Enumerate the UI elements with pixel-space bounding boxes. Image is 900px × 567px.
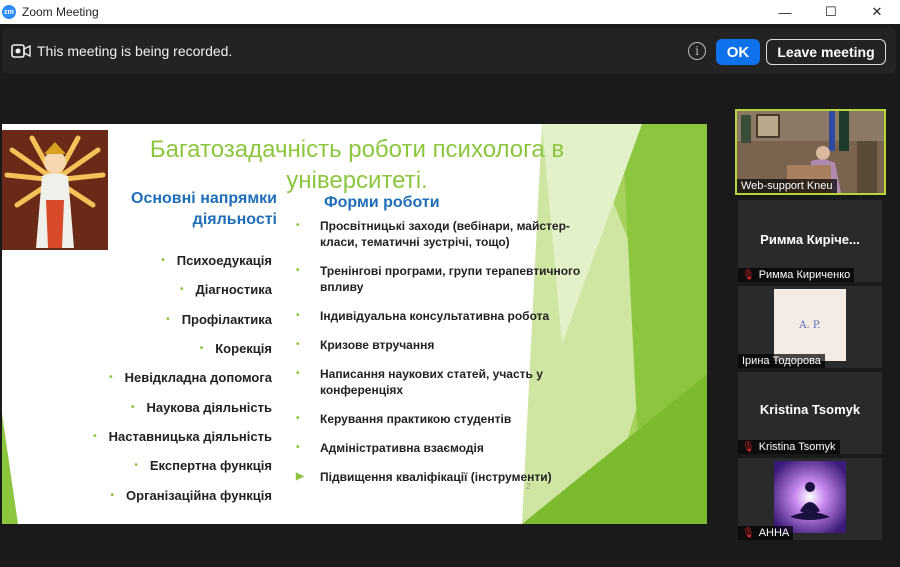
arrow-bullet-icon: ▶ [296,471,304,482]
avatar-text: A. P. [799,319,821,331]
activity-area-text: Психоедукація [176,253,272,269]
activity-area-item: • Психоедукація [62,246,272,275]
mic-muted-icon: 🎙 [742,528,755,539]
meditation-avatar [774,461,846,533]
recording-banner-inner: This meeting is being recorded. i OK Lea… [2,28,896,74]
work-form-item: ▶ Підвищення кваліфікації (інструменти) [296,469,606,485]
shared-slide: Багатозадачність роботи психолога в унів… [2,124,707,524]
ok-button[interactable]: OK [716,39,760,65]
bullet-icon: • [296,442,300,453]
activity-area-text: Корекція [215,341,272,357]
deity-illustration [2,130,108,250]
bullet-icon: • [296,310,300,321]
bullet-icon: • [199,343,204,355]
window-titlebar: zm Zoom Meeting — ☐ ✕ [0,0,900,24]
participant-name: Римма Киріче... [760,232,860,247]
bullet-icon: • [109,372,113,384]
work-form-text: Керування практикою студентів [320,412,512,426]
bullet-icon: • [161,255,165,267]
bullet-icon: • [130,401,135,413]
minimize-button[interactable]: — [762,0,808,24]
participant-label: Kristina Tsomyk [758,441,836,453]
bullet-icon: • [296,339,300,350]
activity-area-text: Невідкладна допомога [124,370,272,386]
mic-muted-icon: 🎙 [742,270,755,281]
work-form-item: • Просвітницькі заходи (вебінари, майстер… [296,218,606,250]
work-form-item: • Кризове втручання [296,337,606,353]
bullet-icon: • [180,284,184,296]
info-icon[interactable]: i [688,42,706,60]
participant-label: Римма Кириченко [758,269,851,281]
leave-meeting-button[interactable]: Leave meeting [766,39,886,65]
bullet-icon: • [296,265,300,276]
activity-area-item: • Наукова діяльність [62,392,272,421]
work-forms-list: • Просвітницькі заходи (вебінари, майстер… [296,218,606,485]
bullet-icon: • [134,460,138,472]
activity-area-text: Експертна функція [149,458,272,474]
bullet-icon: • [93,430,97,442]
bullet-icon: • [296,368,300,379]
participant-label: Web-support Kneu [737,179,837,193]
activity-area-item: • Невідкладна допомога [62,363,272,392]
record-icon [11,44,31,58]
participant-tile[interactable]: Римма Киріче... 🎙 Римма Кириченко [738,200,882,282]
mic-muted-icon: 🎙 [742,442,755,453]
work-form-item: • Керування практикою студентів [296,411,606,427]
activity-area-text: Наставницька діяльність [108,428,272,444]
participant-label-bar: 🎙 АННА [738,526,794,540]
close-button[interactable]: ✕ [854,0,900,24]
activity-area-item: • Експертна функція [62,451,272,480]
work-form-item: • Індивідуальна консультативна робота [296,308,606,324]
maximize-button[interactable]: ☐ [808,0,854,24]
work-form-item: • Адміністративна взаємодія [296,440,606,456]
work-form-text: Адміністративна взаємодія [320,441,484,455]
left-column-heading: Основні напрямки діяльності [131,190,277,228]
activity-area-text: Діагностика [195,282,272,298]
bullet-icon: • [166,313,170,325]
participant-tile-active-speaker[interactable]: Web-support Kneu [735,109,886,195]
activity-area-item: • Діагностика [62,275,272,304]
recording-message: This meeting is being recorded. [37,43,233,59]
activity-areas-list: • Психоедукація • Діагностика • Профілактика •… [62,246,272,510]
participant-name: Kristina Tsomyk [759,402,861,417]
work-form-text: Кризове втручання [320,338,435,352]
avatar: A. P. [774,289,846,361]
activity-area-item: • Організаційна функція [62,480,272,509]
activity-area-text: Організаційна функція [126,487,272,503]
participant-label: Ірина Тодорова [738,354,825,368]
participant-tile[interactable]: Kristina Tsomyk 🎙 Kristina Tsomyk [738,372,882,454]
work-form-text: Просвітницькі заходи (вебінари, майстер-… [320,219,570,249]
slide-title: Багатозадачність роботи психолога в унів… [149,136,565,194]
bullet-icon: • [110,489,115,501]
bullet-icon: • [296,413,300,424]
recording-banner: This meeting is being recorded. i OK Lea… [0,24,900,78]
activity-area-text: Наукова діяльність [146,399,272,415]
work-form-text: Підвищення кваліфікації (інструменти) [320,470,552,484]
work-form-text: Тренінгові програми, групи терапевтичног… [320,264,581,294]
work-form-item: • Написання наукових статей, участь у кон… [296,366,606,398]
participant-label: АННА [758,527,790,539]
zoom-logo-icon: zm [2,5,16,19]
window-controls: — ☐ ✕ [762,0,900,24]
meeting-stage: Багатозадачність роботи психолога в унів… [0,78,900,567]
participant-tile[interactable]: 🎙 АННА [738,458,882,540]
work-form-item: • Тренінгові програми, групи терапевтично… [296,263,606,295]
work-form-text: Написання наукових статей, участь у конф… [320,367,543,397]
right-column-heading: Форми роботи [324,194,440,211]
work-form-text: Індивідуальна консультативна робота [320,309,550,323]
window-title: Zoom Meeting [22,5,99,19]
activity-area-text: Профілактика [181,311,272,327]
participant-tile[interactable]: A. P. Ірина Тодорова [738,286,882,368]
slide-page-number: 2 [526,482,531,491]
activity-area-item: • Корекція [62,334,272,363]
participant-label-bar: 🎙 Kristina Tsomyk [738,440,840,454]
activity-area-item: • Профілактика [62,305,272,334]
activity-area-item: • Наставницька діяльність [62,422,272,451]
participant-label-bar: 🎙 Римма Кириченко [738,268,855,282]
bullet-icon: • [296,220,300,231]
